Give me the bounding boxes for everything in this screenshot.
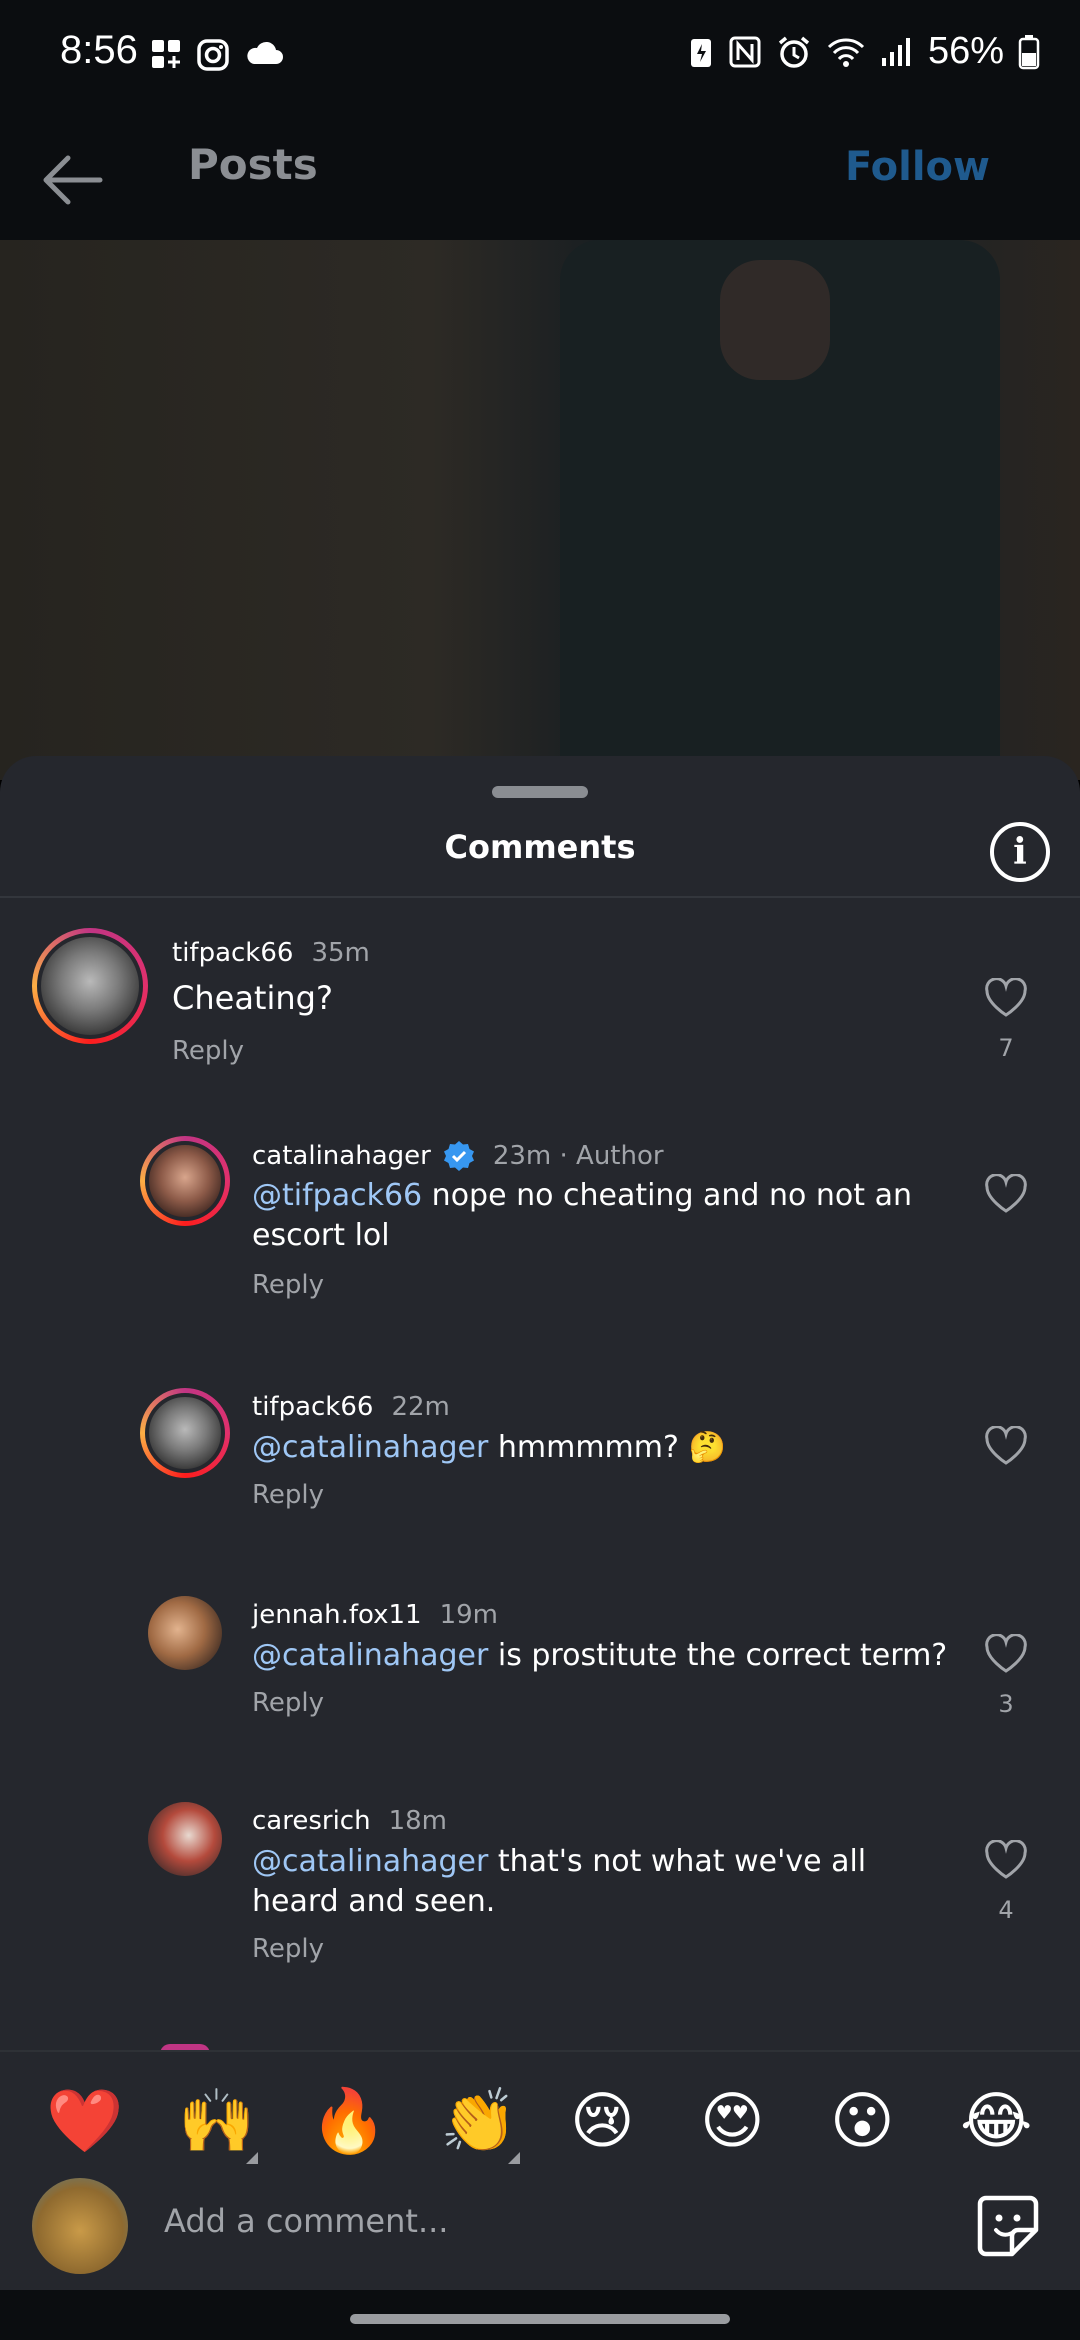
comment-text: @catalinahager hmmmmm? 🤔 xyxy=(252,1428,932,1468)
sheet-title: Comments xyxy=(444,828,636,866)
emoji-heart-eyes[interactable]: 😍 xyxy=(700,2084,765,2157)
battery-percent: 56% xyxy=(927,30,1004,72)
comment-text: Cheating? xyxy=(172,978,932,1018)
wifi-icon xyxy=(827,37,864,67)
system-nav-bar xyxy=(0,2290,1080,2340)
instagram-icon xyxy=(197,39,229,71)
comment-input[interactable]: Add a comment... xyxy=(164,2202,448,2240)
emoji-heart[interactable]: ❤️ xyxy=(46,2084,123,2158)
verified-badge-icon xyxy=(443,1141,474,1171)
comment-time: 35m xyxy=(311,938,370,968)
comment-time: 22m xyxy=(391,1392,450,1422)
status-right: 56% xyxy=(688,30,1040,73)
follow-button[interactable]: Follow xyxy=(845,144,990,190)
current-user-avatar xyxy=(32,2178,128,2274)
comment-meta: catalinahager 23m · Author xyxy=(252,1140,664,1172)
mention-link[interactable]: @catalinahager xyxy=(252,1638,488,1673)
avatar[interactable] xyxy=(32,928,148,1044)
reply-button[interactable]: Reply xyxy=(252,1270,324,1300)
comment-meta: tifpack66 22m xyxy=(252,1392,450,1422)
status-time: 8:56 xyxy=(60,28,138,72)
comment-username[interactable]: catalinahager xyxy=(252,1141,431,1171)
comment-body: hmmmmm? 🤔 xyxy=(488,1430,726,1465)
reply-button[interactable]: Reply xyxy=(252,1480,324,1510)
heart-icon[interactable] xyxy=(984,1634,1028,1674)
comment-text: @catalinahager that's not what we've all… xyxy=(252,1842,952,1922)
like-count: 7 xyxy=(998,1034,1014,1062)
divider xyxy=(0,896,1080,898)
heart-icon[interactable] xyxy=(984,1174,1028,1214)
comment-body: is prostitute the correct term? xyxy=(488,1638,948,1673)
comment-time: 19m xyxy=(439,1600,499,1630)
comment-time: 23m · Author xyxy=(492,1141,664,1171)
comment-meta: jennah.fox11 19m xyxy=(252,1600,498,1630)
comment-body: Cheating? xyxy=(172,979,333,1017)
emoji-surprised[interactable]: 😮 xyxy=(830,2084,895,2157)
heart-icon[interactable] xyxy=(984,1426,1028,1466)
emoji-raised-hands[interactable]: 🙌 xyxy=(178,2084,255,2158)
mention-link[interactable]: @catalinahager xyxy=(252,1844,488,1879)
comment-username[interactable]: tifpack66 xyxy=(172,938,293,968)
comment-username[interactable]: tifpack66 xyxy=(252,1392,373,1422)
reply-button[interactable]: Reply xyxy=(252,1688,324,1718)
page-title: Posts xyxy=(188,140,318,189)
emoji-crying[interactable]: 😢 xyxy=(570,2084,635,2157)
alarm-icon xyxy=(778,36,810,68)
widgets-icon xyxy=(152,40,180,68)
comment-text: @catalinahager is prostitute the correct… xyxy=(252,1636,952,1676)
emoji-reaction-bar: ❤️ 🙌 🔥 👏 😢 😍 😮 😂 Add a comment... xyxy=(0,2050,1080,2274)
post-figure-hand xyxy=(720,260,830,380)
avatar[interactable] xyxy=(140,1136,230,1226)
back-arrow-icon[interactable] xyxy=(40,152,104,208)
home-gesture-pill[interactable] xyxy=(350,2314,730,2324)
mention-link[interactable]: @tifpack66 xyxy=(252,1178,422,1213)
post-image[interactable] xyxy=(0,240,1080,780)
status-left-icons xyxy=(150,38,284,72)
emoji-variants-indicator xyxy=(246,2152,258,2164)
mention-link[interactable]: @catalinahager xyxy=(252,1430,488,1465)
cloud-icon xyxy=(247,41,283,64)
like-count: 4 xyxy=(998,1896,1014,1924)
comment-username[interactable]: jennah.fox11 xyxy=(252,1600,422,1630)
emoji-fire[interactable]: 🔥 xyxy=(310,2084,387,2158)
avatar[interactable] xyxy=(148,1596,222,1670)
comment-username[interactable]: caresrich xyxy=(252,1806,371,1836)
signal-icon xyxy=(881,37,910,66)
battery-icon xyxy=(1018,34,1040,69)
comment-time: 18m xyxy=(388,1806,447,1836)
sticker-icon[interactable] xyxy=(976,2194,1040,2258)
comment-meta: caresrich 18m xyxy=(252,1806,447,1836)
emoji-clapping[interactable]: 👏 xyxy=(440,2084,517,2158)
comment-text: @tifpack66 nope no cheating and no not a… xyxy=(252,1176,932,1256)
emoji-variants-indicator xyxy=(508,2152,520,2164)
reply-button[interactable]: Reply xyxy=(172,1036,244,1066)
battery-saver-icon xyxy=(690,38,711,67)
comment-meta: tifpack66 35m xyxy=(172,938,370,968)
like-count: 3 xyxy=(998,1690,1014,1718)
heart-icon[interactable] xyxy=(984,978,1028,1018)
app-bar: Posts Follow xyxy=(0,120,1080,240)
nfc-icon xyxy=(729,36,761,67)
avatar[interactable] xyxy=(148,1802,222,1876)
avatar[interactable] xyxy=(140,1388,230,1478)
heart-icon[interactable] xyxy=(984,1840,1028,1880)
status-bar: 8:56 56% xyxy=(0,0,1080,120)
reply-button[interactable]: Reply xyxy=(252,1934,324,1964)
emoji-tears-of-joy[interactable]: 😂 xyxy=(960,2084,1032,2157)
info-icon[interactable]: i xyxy=(990,822,1050,882)
drag-handle[interactable] xyxy=(492,786,588,798)
